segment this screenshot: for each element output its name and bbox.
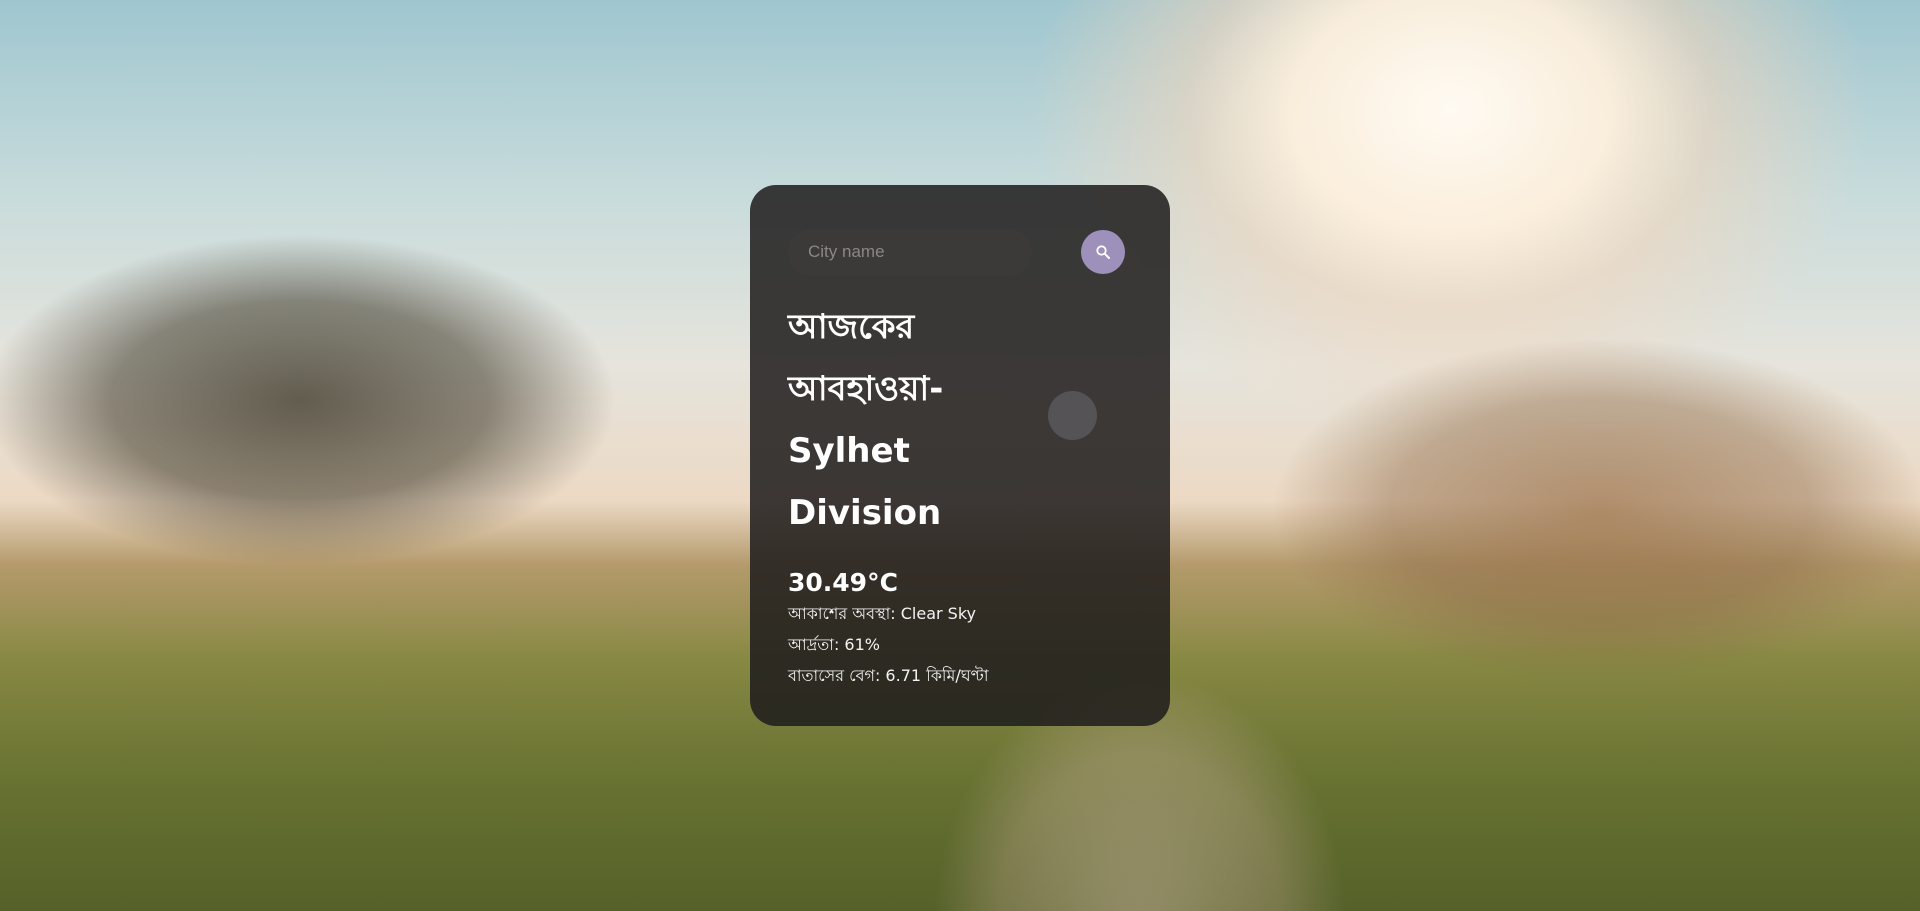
temperature: 30.49°C xyxy=(788,568,898,597)
search-button[interactable] xyxy=(1081,230,1125,274)
weather-card: আজকের আবহাওয়া- Sylhet Division 30.49°C … xyxy=(750,185,1170,726)
weather-icon xyxy=(1048,391,1097,440)
wind-speed: বাতাসের বেগ: 6.71 কিমি/ঘণ্টা xyxy=(788,666,989,685)
weather-title: আজকের আবহাওয়া- Sylhet Division xyxy=(788,307,944,533)
background-trees-left xyxy=(0,140,760,620)
search-row xyxy=(788,228,1125,276)
city-search-input[interactable] xyxy=(788,228,1032,276)
humidity: আর্দ্রতা: 61% xyxy=(788,635,880,654)
sky-condition: আকাশের অবস্থা: Clear Sky xyxy=(788,604,976,623)
search-icon xyxy=(1096,245,1110,259)
